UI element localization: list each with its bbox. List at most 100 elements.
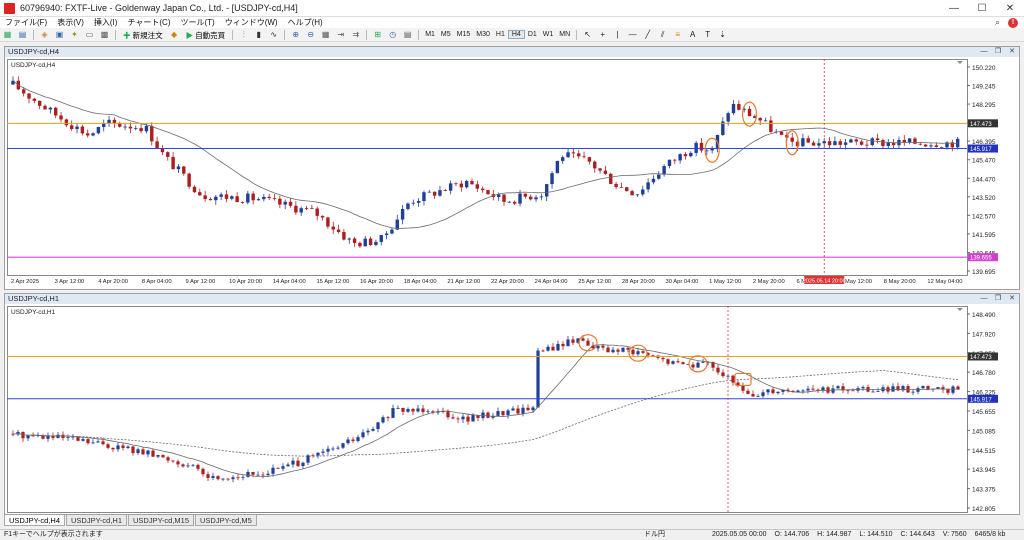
window-titlebar: 60796940: FXTF-Live - Goldenway Japan Co… [0, 0, 1024, 17]
tf-w1[interactable]: W1 [540, 31, 557, 38]
candle-body [461, 416, 465, 420]
tf-mn[interactable]: MN [556, 31, 573, 38]
tf-m15[interactable]: M15 [454, 31, 474, 38]
candle-body [401, 407, 405, 412]
price-tick-label: 142.805 [972, 506, 996, 513]
tab-usdjpy-m15[interactable]: USDJPY-cd,M15 [128, 515, 194, 526]
price-chart-h1[interactable]: 148.490147.920147.350146.780146.225145.6… [7, 306, 1015, 514]
candle-body [91, 442, 95, 444]
metaeditor-icon[interactable]: ◆ [169, 30, 180, 40]
search-icon[interactable]: ⌕ [995, 17, 1000, 28]
trendline-icon[interactable]: ╱ [642, 30, 653, 40]
tab-usdjpy-m5[interactable]: USDJPY-cd,M5 [195, 515, 257, 526]
candle-body [56, 434, 60, 438]
candle-body [37, 100, 42, 106]
tile-windows-icon[interactable]: ▦ [320, 30, 331, 40]
tf-m5[interactable]: M5 [438, 31, 454, 38]
chart-window-titlebar: USDJPY-cd,H1 — ❐ ✕ [5, 294, 1019, 304]
menu-tools[interactable]: ツール(T) [175, 17, 219, 28]
candle-body [106, 444, 110, 448]
zoom-out-icon[interactable]: ⊖ [305, 30, 316, 40]
text-tool-icon[interactable]: A [687, 30, 698, 40]
candle-body [923, 144, 928, 147]
tester-icon[interactable]: ▩ [99, 30, 110, 40]
candle-body [196, 464, 200, 469]
chart-maximize-button[interactable]: ❐ [991, 294, 1005, 304]
tf-d1[interactable]: D1 [525, 31, 540, 38]
candle-body [518, 193, 522, 204]
candle-body [746, 390, 750, 394]
notification-icon[interactable]: ! [1008, 17, 1018, 28]
crosshair-icon[interactable]: + [597, 30, 608, 40]
menu-file[interactable]: ファイル(F) [0, 17, 52, 28]
candle-body [601, 345, 605, 348]
fibonacci-icon[interactable]: ≡ [672, 30, 683, 40]
date-tick-label: 16 Apr 20:00 [360, 279, 393, 285]
candle-body [336, 447, 340, 449]
tf-h1[interactable]: H1 [493, 31, 508, 38]
candle-body [587, 157, 592, 162]
templates-icon[interactable]: ▤ [402, 30, 413, 40]
new-chart-icon[interactable]: ▦ [2, 30, 13, 40]
candle-body [304, 208, 309, 209]
candle-body [779, 131, 784, 135]
chart-minimize-button[interactable]: — [977, 294, 991, 304]
chart-close-button[interactable]: ✕ [1005, 294, 1019, 304]
status-traffic: 6465/8 kb [974, 531, 1006, 538]
tf-m1[interactable]: M1 [422, 31, 438, 38]
tab-usdjpy-h1[interactable]: USDJPY-cd,H1 [66, 515, 127, 526]
arrows-icon[interactable]: ⇣ [717, 30, 728, 40]
candle-body [278, 198, 282, 205]
close-button[interactable]: ✕ [996, 3, 1024, 14]
menu-help[interactable]: ヘルプ(H) [283, 17, 328, 28]
market-watch-icon[interactable]: ◈ [39, 30, 50, 40]
candle-body [603, 170, 608, 174]
candle-body [555, 160, 560, 174]
autoscroll-icon[interactable]: ⇉ [350, 30, 361, 40]
new-order-button[interactable]: ✚ 新規注文 [119, 29, 167, 40]
chart-shift-icon[interactable]: ⇥ [335, 30, 346, 40]
candle-body [451, 417, 455, 419]
data-window-icon[interactable]: ▣ [54, 30, 65, 40]
candle-body [150, 125, 154, 142]
channel-icon[interactable]: ⫽ [657, 30, 668, 40]
candlestick-icon[interactable]: ▮ [253, 30, 264, 40]
chart-window-h4[interactable]: USDJPY-cd,H4 — ❐ ✕ 150.220 149.245 148.295… [4, 46, 1020, 290]
minimize-button[interactable]: — [940, 3, 968, 14]
price-chart-h4[interactable]: 150.220149.245148.295147.345146.395145.4… [7, 59, 1015, 289]
chart-close-button[interactable]: ✕ [1005, 47, 1019, 57]
candle-body [81, 439, 85, 441]
indicators-icon[interactable]: ⊞ [372, 30, 383, 40]
chart-window-h1[interactable]: USDJPY-cd,H1 — ❐ ✕ 148.490147.920147.350… [4, 293, 1020, 515]
zoom-in-icon[interactable]: ⊕ [290, 30, 301, 40]
menu-view[interactable]: 表示(V) [52, 17, 89, 28]
chart-maximize-button[interactable]: ❐ [991, 47, 1005, 57]
price-tick-label: 147.920 [972, 331, 996, 338]
label-tool-icon[interactable]: T [702, 30, 713, 40]
bar-chart-icon[interactable]: ⫶ [238, 30, 249, 40]
navigator-icon[interactable]: ✦ [69, 30, 80, 40]
chart-minimize-button[interactable]: — [977, 47, 991, 57]
maximize-button[interactable]: ☐ [968, 3, 996, 14]
horizontal-line-icon[interactable]: — [627, 30, 638, 40]
vertical-line-icon[interactable]: | [612, 30, 623, 40]
line-chart-icon[interactable]: ∿ [268, 30, 279, 40]
menu-insert[interactable]: 挿入(I) [89, 17, 123, 28]
profiles-icon[interactable]: ▤ [17, 30, 28, 40]
candle-body [921, 386, 925, 389]
candle-body [846, 390, 850, 392]
tf-h4[interactable]: H4 [507, 30, 525, 39]
price-tick-label: 141.595 [972, 232, 996, 239]
menu-window[interactable]: ウィンドウ(W) [220, 17, 283, 28]
candle-body [946, 389, 950, 393]
tf-m30[interactable]: M30 [473, 31, 493, 38]
periods-icon[interactable]: ◷ [387, 30, 398, 40]
menu-chart[interactable]: チャート(C) [122, 17, 175, 28]
cursor-icon[interactable]: ↖ [582, 30, 593, 40]
terminal-icon[interactable]: ▭ [84, 30, 95, 40]
candle-body [480, 188, 485, 191]
tab-usdjpy-h4[interactable]: USDJPY-cd,H4 [4, 515, 65, 526]
auto-trading-button[interactable]: ▶ 自動売買 [182, 29, 230, 40]
price-tick-label: 146.780 [972, 370, 996, 377]
symbol-label: USDJPY-cd,H4 [11, 62, 56, 69]
